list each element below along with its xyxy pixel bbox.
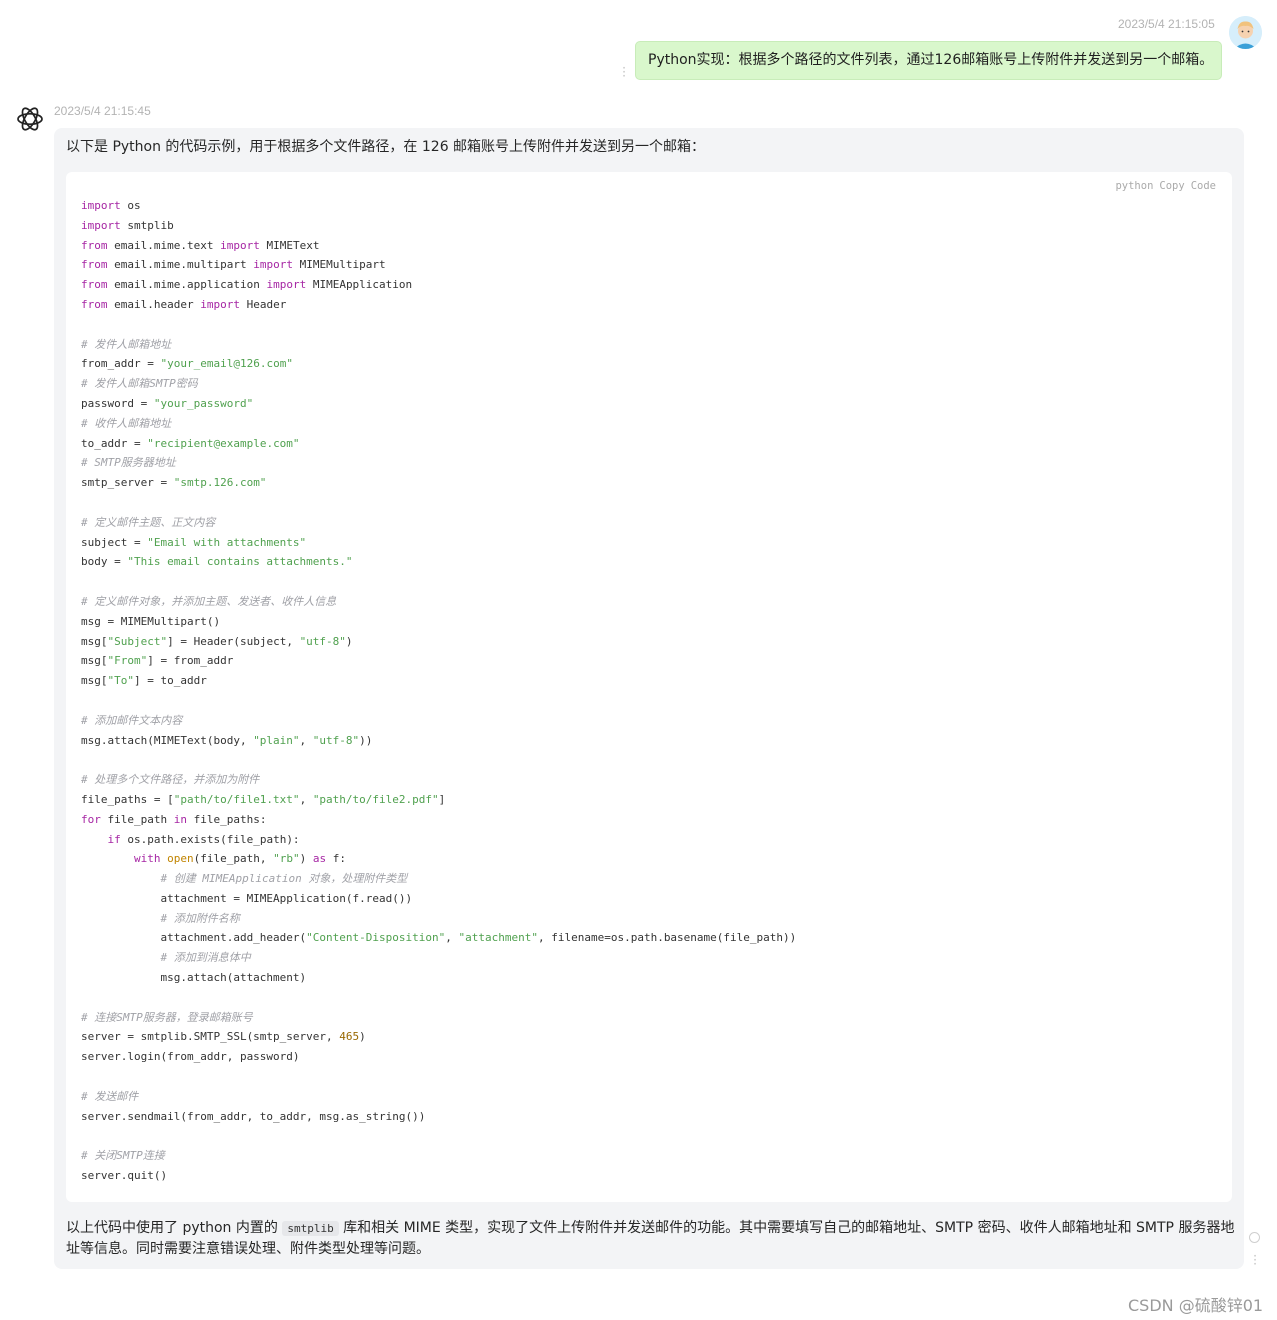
copy-code-button[interactable]: Copy <box>1159 180 1184 192</box>
assistant-summary-text: 以上代码中使用了 python 内置的 smtplib 库和相关 MIME 类型… <box>66 1218 1236 1260</box>
openai-logo-icon <box>14 103 46 135</box>
summary-text-before: 以上代码中使用了 python 内置的 <box>66 1220 283 1236</box>
inline-code-smtplib: smtplib <box>282 1221 339 1236</box>
assistant-intro-text: 以下是 Python 的代码示例，用于根据多个文件路径，在 126 邮箱账号上传… <box>66 139 706 155</box>
code-language-label: python <box>1115 180 1154 192</box>
user-avatar-icon[interactable] <box>1229 16 1262 49</box>
user-timestamp: 2023/5/4 21:15:05 <box>1118 17 1215 31</box>
more-dots-icon[interactable]: · · · <box>1252 1250 1258 1270</box>
user-message-bubble: Python实现：根据多个路径的文件列表，通过126邮箱账号上传附件并发送到另一… <box>635 41 1222 80</box>
code-content: import os import smtplib from email.mime… <box>81 199 797 1183</box>
watermark: CSDN @硫酸锌01 <box>1128 1296 1264 1315</box>
circle-icon[interactable] <box>1249 1232 1260 1243</box>
assistant-timestamp: 2023/5/4 21:15:45 <box>54 104 151 118</box>
code-block: python Copy Code import os import smtplib … <box>66 172 1232 1202</box>
code-label: Code <box>1190 180 1216 192</box>
code-toolbar: python Copy Code <box>1109 180 1216 192</box>
more-dots-icon[interactable]: · · · <box>621 62 627 82</box>
